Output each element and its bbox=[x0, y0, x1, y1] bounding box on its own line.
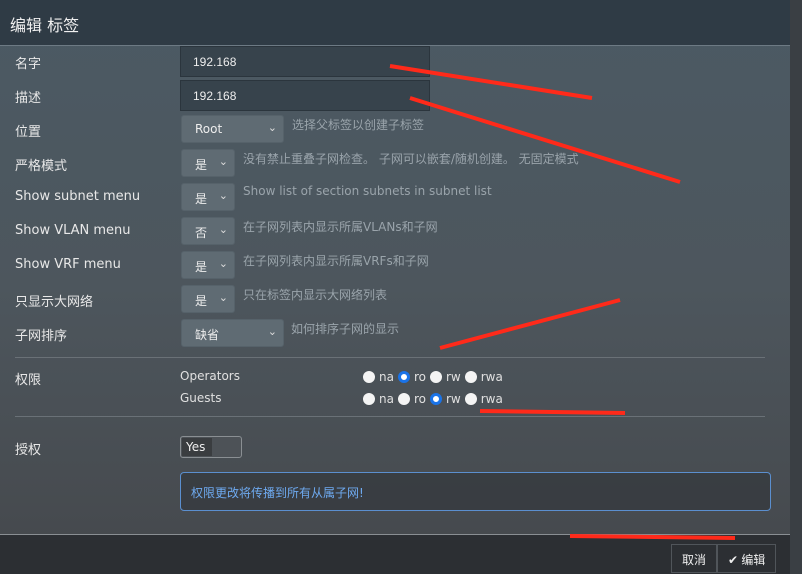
show-vlan-label: Show VLAN menu bbox=[15, 223, 131, 238]
show-subnet-label: Show subnet menu bbox=[15, 189, 141, 204]
subnet-order-select[interactable]: 缺省 ⌄ bbox=[181, 319, 284, 347]
modal-header: 编辑 标签 bbox=[0, 0, 790, 46]
show-vlan-select[interactable]: 否 ⌄ bbox=[181, 217, 235, 245]
chevron-down-icon: ⌄ bbox=[267, 325, 277, 338]
show-supernets-label: 只显示大网络 bbox=[15, 295, 94, 310]
strict-mode-label: 严格模式 bbox=[15, 159, 68, 174]
strict-mode-help: 没有禁止重叠子网检查。 子网可以嵌套/随机创建。 无固定模式 bbox=[243, 152, 579, 166]
chevron-down-icon: ⌄ bbox=[218, 223, 228, 236]
show-subnet-help: Show list of section subnets in subnet l… bbox=[243, 184, 492, 198]
show-vlan-value: 否 bbox=[195, 226, 208, 240]
subnet-order-value: 缺省 bbox=[195, 328, 220, 342]
permission-radio-ro[interactable] bbox=[397, 393, 410, 405]
name-label: 名字 bbox=[15, 57, 42, 72]
location-select[interactable]: Root ⌄ bbox=[181, 115, 284, 143]
show-supernets-value: 是 bbox=[195, 294, 208, 308]
chevron-down-icon: ⌄ bbox=[218, 291, 228, 304]
chevron-down-icon: ⌄ bbox=[218, 257, 228, 270]
show-supernets-select[interactable]: 是 ⌄ bbox=[181, 285, 235, 313]
subnet-order-help: 如何排序子网的显示 bbox=[291, 322, 400, 336]
chevron-down-icon: ⌄ bbox=[218, 189, 228, 202]
permission-option-label: rw bbox=[445, 392, 461, 406]
name-input[interactable] bbox=[180, 46, 430, 77]
submit-label: 编辑 bbox=[741, 553, 766, 567]
show-vrf-help: 在子网列表内显示所属VRFs和子网 bbox=[243, 254, 429, 268]
show-subnet-select[interactable]: 是 ⌄ bbox=[181, 183, 235, 211]
submit-button[interactable]: ✔ 编辑 bbox=[717, 544, 777, 573]
permission-radio-rwa[interactable] bbox=[464, 371, 477, 383]
permission-radio-group: na ro rw rwa bbox=[363, 392, 507, 406]
toggle-on-label: Yes bbox=[182, 438, 212, 456]
scrollbar-track[interactable] bbox=[790, 0, 802, 574]
permission-option-label: na bbox=[379, 370, 394, 384]
strict-mode-select[interactable]: 是 ⌄ bbox=[181, 149, 235, 177]
permission-radio-rwa[interactable] bbox=[464, 393, 477, 405]
cancel-button[interactable]: 取消 bbox=[671, 544, 718, 573]
permissions-label: 权限 bbox=[15, 373, 42, 388]
authorize-toggle[interactable]: Yes bbox=[180, 436, 242, 458]
chevron-down-icon: ⌄ bbox=[218, 155, 228, 168]
edit-section-modal: 编辑 标签 名字 描述 位置 Root⌄ 选择父标签以创建子标签 严格模式 是⌄… bbox=[0, 0, 790, 574]
permissions-alert: 权限更改将传播到所有从属子网! bbox=[180, 472, 771, 511]
permission-option-label: ro bbox=[413, 392, 426, 406]
permission-radio-rw[interactable] bbox=[429, 393, 442, 405]
check-icon: ✔ bbox=[728, 553, 739, 567]
permission-radio-na[interactable] bbox=[363, 393, 375, 405]
description-label: 描述 bbox=[15, 91, 42, 106]
permission-option-label: ro bbox=[413, 370, 426, 384]
permission-radio-ro[interactable] bbox=[397, 371, 410, 383]
permission-option-label: rwa bbox=[480, 392, 503, 406]
divider bbox=[15, 416, 765, 417]
subnet-order-label: 子网排序 bbox=[15, 329, 68, 344]
modal-title: 编辑 标签 bbox=[10, 16, 80, 35]
show-vrf-value: 是 bbox=[195, 260, 208, 274]
authorize-label: 授权 bbox=[15, 443, 42, 458]
description-input[interactable] bbox=[180, 80, 430, 111]
strict-mode-value: 是 bbox=[195, 158, 208, 172]
show-vrf-select[interactable]: 是 ⌄ bbox=[181, 251, 235, 279]
permission-group-label: Guests bbox=[180, 391, 222, 405]
location-value: Root bbox=[195, 122, 223, 136]
divider bbox=[15, 357, 765, 358]
permission-option-label: rwa bbox=[480, 370, 503, 384]
permission-radio-group: na ro rw rwa bbox=[363, 370, 507, 384]
location-help: 选择父标签以创建子标签 bbox=[292, 118, 425, 132]
show-vlan-help: 在子网列表内显示所属VLANs和子网 bbox=[243, 220, 438, 234]
permission-radio-na[interactable] bbox=[363, 371, 375, 383]
permission-radio-rw[interactable] bbox=[429, 371, 442, 383]
location-label: 位置 bbox=[15, 125, 42, 140]
permission-group-label: Operators bbox=[180, 369, 240, 383]
permission-option-label: na bbox=[379, 392, 394, 406]
chevron-down-icon: ⌄ bbox=[267, 121, 277, 134]
permission-option-label: rw bbox=[445, 370, 461, 384]
show-supernets-help: 只在标签内显示大网络列表 bbox=[243, 288, 388, 302]
show-subnet-value: 是 bbox=[195, 192, 208, 206]
show-vrf-label: Show VRF menu bbox=[15, 257, 121, 272]
